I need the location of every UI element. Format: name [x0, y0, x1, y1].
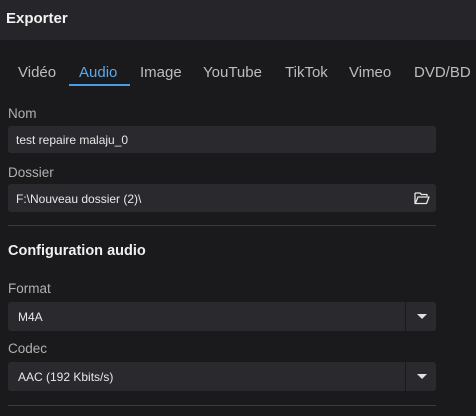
- folder-field-value: F:\Nouveau dossier (2)\: [16, 192, 142, 206]
- format-select[interactable]: M4A: [8, 302, 436, 331]
- open-folder-icon[interactable]: [414, 191, 430, 205]
- format-select-value: M4A: [18, 310, 43, 324]
- bottom-divider: [8, 405, 436, 406]
- tab-video[interactable]: Vidéo: [18, 64, 56, 81]
- title-bar: Exporter: [0, 0, 476, 40]
- tab-tiktok[interactable]: TikTok: [285, 64, 328, 81]
- codec-select-separator: [405, 362, 406, 391]
- codec-label: Codec: [8, 341, 48, 356]
- codec-select-value: AAC (192 Kbits/s): [18, 370, 114, 384]
- chevron-down-icon[interactable]: [417, 374, 427, 379]
- name-field[interactable]: test repaire malaju_0: [8, 126, 436, 153]
- tab-dvd-bd[interactable]: DVD/BD: [414, 64, 471, 81]
- folder-label: Dossier: [8, 165, 54, 180]
- section-divider: [8, 225, 436, 226]
- name-label: Nom: [8, 106, 37, 121]
- window-title: Exporter: [6, 10, 68, 27]
- active-tab-indicator: [69, 84, 130, 86]
- format-select-separator: [405, 302, 406, 331]
- format-label: Format: [8, 281, 51, 296]
- export-tabs: Vidéo Audio Image YouTube TikTok Vimeo D…: [0, 52, 476, 88]
- audio-config-title: Configuration audio: [8, 243, 146, 259]
- name-field-value: test repaire malaju_0: [16, 133, 129, 147]
- tab-youtube[interactable]: YouTube: [203, 64, 262, 81]
- folder-field[interactable]: F:\Nouveau dossier (2)\: [8, 184, 436, 212]
- tab-vimeo[interactable]: Vimeo: [349, 64, 391, 81]
- codec-select[interactable]: AAC (192 Kbits/s): [8, 362, 436, 391]
- tab-audio[interactable]: Audio: [79, 64, 117, 81]
- tab-image[interactable]: Image: [140, 64, 182, 81]
- chevron-down-icon[interactable]: [417, 314, 427, 319]
